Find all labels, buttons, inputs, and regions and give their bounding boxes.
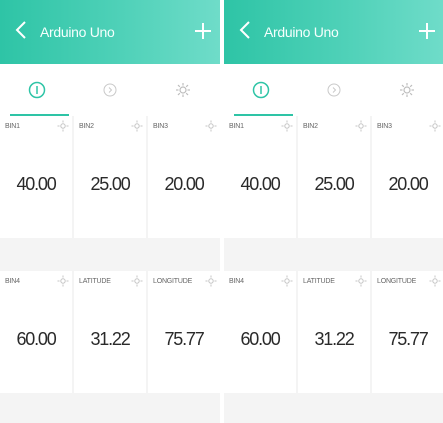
widget-value: 20.00 — [164, 174, 204, 194]
widget-grid: Bin1 40.00 Bin2 25.00 Bin3 20.00 Bin4 60… — [224, 116, 443, 423]
settings-icon — [175, 83, 190, 97]
widget-card[interactable]: Bin4 60.00 — [224, 271, 296, 393]
widget-value: 60.00 — [240, 329, 280, 349]
widget-label: Bin4 — [5, 278, 20, 285]
widget-label: Bin1 — [229, 123, 244, 130]
tab-play[interactable] — [297, 64, 370, 116]
widget-card[interactable]: Bin1 40.00 — [224, 116, 296, 238]
widget-card[interactable]: Bin3 20.00 — [148, 116, 220, 238]
info-icon — [28, 81, 45, 99]
widget-label: Bin2 — [303, 123, 318, 130]
play-icon — [103, 83, 116, 97]
widget-card[interactable]: Bin2 25.00 — [298, 116, 370, 238]
widget-label: Bin4 — [229, 278, 244, 285]
add-button[interactable] — [192, 18, 214, 44]
gear-icon[interactable] — [429, 275, 441, 287]
app-stage: Arduino Uno BIN1 40.00 BIN2 25.00 BIN3 2… — [0, 0, 443, 423]
gear-icon[interactable] — [205, 275, 217, 287]
widget-grid: Bin1 40.00 Bin2 25.00 Bin3 20.00 Bin4 60… — [0, 116, 220, 423]
widget-value: 75.77 — [388, 329, 428, 349]
play-icon — [327, 83, 340, 97]
tab-bar — [224, 64, 443, 116]
gear-icon[interactable] — [355, 120, 367, 132]
widget-value: 60.00 — [16, 329, 56, 349]
page-title: Arduino Uno — [264, 24, 339, 40]
gear-icon[interactable] — [57, 120, 69, 132]
gear-icon[interactable] — [131, 120, 143, 132]
widget-card[interactable]: Longitude 75.77 — [372, 271, 443, 393]
settings-icon — [399, 83, 414, 97]
back-button[interactable] — [10, 14, 32, 46]
widget-label: Bin2 — [79, 123, 94, 130]
plus-icon — [195, 23, 211, 39]
tab-settings[interactable] — [146, 64, 219, 116]
widget-label: Latitude — [303, 278, 335, 285]
back-button[interactable] — [234, 14, 256, 46]
tab-play[interactable] — [73, 64, 146, 116]
device-screen: Arduino Uno BIN1 40.00 BIN2 25.00 BIN3 2… — [224, 0, 443, 423]
gear-icon[interactable] — [131, 275, 143, 287]
widget-label: Bin3 — [153, 123, 168, 130]
info-icon — [252, 81, 269, 99]
widget-value: 31.22 — [90, 329, 130, 349]
widget-value: 40.00 — [16, 174, 56, 194]
widget-card[interactable]: Bin4 60.00 — [0, 271, 72, 393]
widget-card[interactable]: Latitude 31.22 — [74, 271, 146, 393]
app-header: Arduino Uno — [224, 0, 443, 64]
gear-icon[interactable] — [281, 275, 293, 287]
widget-value: 75.77 — [164, 329, 204, 349]
widget-value: 20.00 — [388, 174, 428, 194]
tab-info[interactable] — [224, 64, 297, 116]
gear-icon[interactable] — [281, 120, 293, 132]
widget-card[interactable]: Bin1 40.00 — [0, 116, 72, 238]
gear-icon[interactable] — [205, 120, 217, 132]
gear-icon[interactable] — [355, 275, 367, 287]
add-button[interactable] — [416, 18, 438, 44]
widget-label: Longitude — [153, 278, 193, 285]
widget-card[interactable]: Bin2 25.00 — [74, 116, 146, 238]
widget-value: 31.22 — [314, 329, 354, 349]
widget-label: Bin1 — [5, 123, 20, 130]
tab-info[interactable] — [0, 64, 73, 116]
widget-card[interactable]: Latitude 31.22 — [298, 271, 370, 393]
page-title: Arduino Uno — [40, 24, 115, 40]
widget-label: Longitude — [377, 278, 417, 285]
widget-card[interactable]: Longitude 75.77 — [148, 271, 220, 393]
widget-card[interactable]: Bin3 20.00 — [372, 116, 443, 238]
tab-settings[interactable] — [370, 64, 443, 116]
gear-icon[interactable] — [429, 120, 441, 132]
widget-label: Latitude — [79, 278, 111, 285]
tab-bar — [0, 64, 220, 116]
chevron-left-icon — [239, 21, 250, 39]
chevron-left-icon — [15, 21, 26, 39]
gear-icon[interactable] — [57, 275, 69, 287]
app-header: Arduino Uno — [0, 0, 220, 64]
plus-icon — [419, 23, 435, 39]
device-screen: Arduino Uno BIN1 40.00 BIN2 25.00 BIN3 2… — [0, 0, 220, 423]
widget-value: 40.00 — [240, 174, 280, 194]
widget-value: 25.00 — [314, 174, 354, 194]
widget-value: 25.00 — [90, 174, 130, 194]
widget-label: Bin3 — [377, 123, 392, 130]
